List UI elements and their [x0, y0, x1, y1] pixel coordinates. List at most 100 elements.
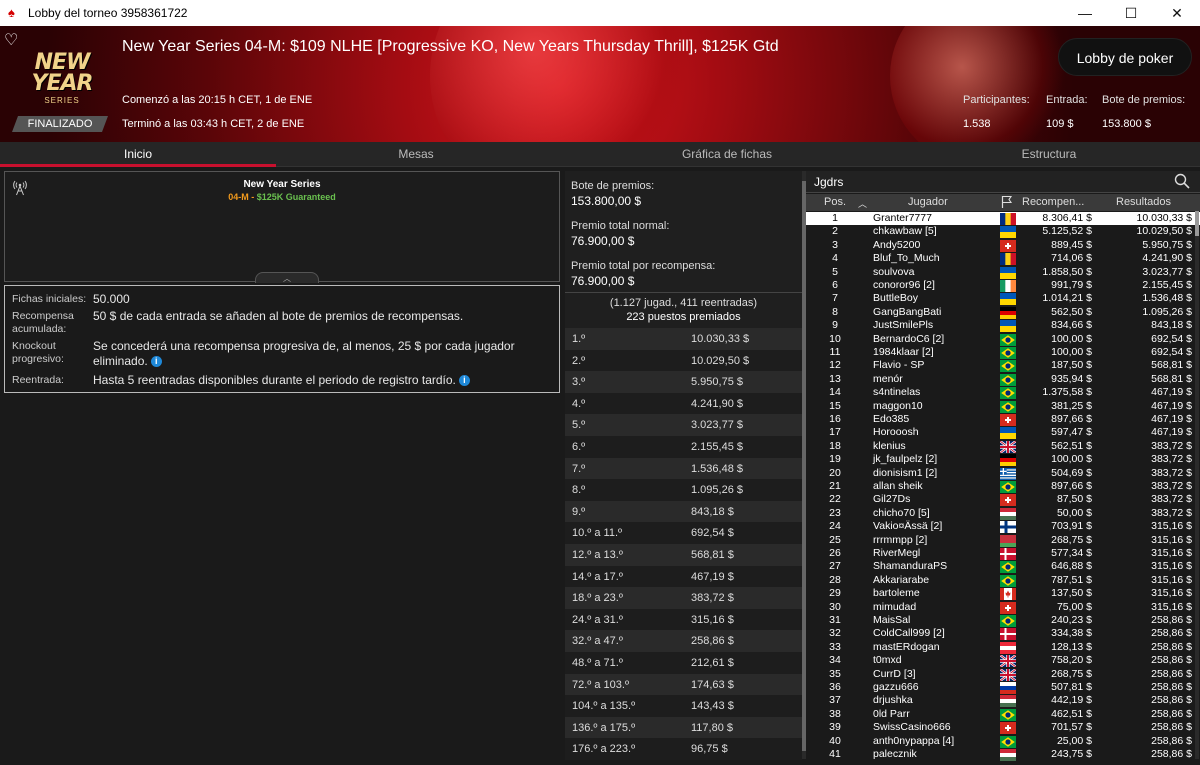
player-row[interactable]: 14 s4ntinelas 1.375,58 $ 467,19 $ — [806, 386, 1200, 400]
col-header-bounty[interactable]: Recompen... — [1022, 196, 1084, 208]
player-row[interactable]: 31 MaisSal 240,23 $ 258,86 $ — [806, 614, 1200, 627]
player-row[interactable]: 22 Gil27Ds 87,50 $ 383,72 $ — [806, 493, 1200, 507]
player-row[interactable]: 39 SwissCasino666 701,57 $ 258,86 $ — [806, 721, 1200, 735]
player-row[interactable]: 34 t0mxd 758,20 $ 258,86 $ — [806, 654, 1200, 669]
player-row[interactable]: 21 allan sheik 897,66 $ 383,72 $ — [806, 480, 1200, 493]
player-row[interactable]: 1 Granter7777 8.306,41 $ 10.030,33 $ — [806, 212, 1200, 226]
player-row[interactable]: 19 jk_faulpelz [2] 100,00 $ 383,72 $ — [806, 453, 1200, 467]
player-row[interactable]: 3 Andy5200 889,45 $ 5.950,75 $ — [806, 239, 1200, 252]
player-row[interactable]: 28 Akkariarabe 787,51 $ 315,16 $ — [806, 574, 1200, 587]
prize-amount: 2.155,45 $ — [691, 441, 743, 453]
prize-position: 2.º — [572, 354, 586, 367]
player-position: 3 — [832, 238, 838, 251]
player-row[interactable]: 5 soulvova 1.858,50 $ 3.023,77 $ — [806, 266, 1200, 279]
info-icon[interactable]: i — [458, 375, 470, 387]
scrollbar-thumb[interactable] — [1195, 211, 1199, 236]
player-bounty: 991,79 $ — [1051, 279, 1092, 291]
player-row[interactable]: 27 ShamanduraPS 646,88 $ 315,16 $ — [806, 560, 1200, 574]
player-row[interactable]: 11 1984klaar [2] 100,00 $ 692,54 $ — [806, 346, 1200, 359]
player-name: klenius — [873, 439, 906, 452]
player-bounty: 577,34 $ — [1051, 547, 1092, 559]
tab-estructura[interactable]: Estructura — [898, 142, 1200, 167]
player-row[interactable]: 12 Flavio - SP 187,50 $ 568,81 $ — [806, 359, 1200, 373]
tab-mesas[interactable]: Mesas — [276, 142, 556, 167]
player-result: 692,54 $ — [1151, 332, 1192, 345]
player-row[interactable]: 15 maggon10 381,25 $ 467,19 $ — [806, 400, 1200, 413]
player-name: Gil27Ds — [873, 493, 911, 506]
player-row[interactable]: 40 anth0nypappa [4] 25,00 $ 258,86 $ — [806, 735, 1200, 748]
col-header-player[interactable]: Jugador — [908, 196, 948, 208]
player-row[interactable]: 25 rrrmmpp [2] 268,75 $ 315,16 $ — [806, 534, 1200, 547]
series-name: New Year Series — [243, 179, 321, 190]
player-position: 22 — [829, 493, 841, 506]
player-row[interactable]: 8 GangBangBati 562,50 $ 1.095,26 $ — [806, 306, 1200, 319]
prize-position: 4.º — [572, 397, 586, 410]
player-position: 24 — [829, 520, 841, 533]
country-flag-header-icon[interactable] — [1001, 195, 1013, 211]
player-row[interactable]: 20 dionisism1 [2] 504,69 $ 383,72 $ — [806, 467, 1200, 480]
player-row[interactable]: 18 klenius 562,51 $ 383,72 $ — [806, 439, 1200, 454]
sort-ascending-icon[interactable]: ︿ — [858, 197, 867, 210]
player-bounty: 714,06 $ — [1051, 252, 1092, 265]
player-position: 8 — [832, 305, 838, 318]
prize-position: 48.º a 71.º — [572, 657, 623, 669]
info-icon[interactable]: i — [150, 356, 162, 368]
player-row[interactable]: 6 conoror96 [2] 991,79 $ 2.155,45 $ — [806, 279, 1200, 292]
country-flag-icon-hu — [1000, 507, 1016, 520]
prize-panel: Bote de premios: 153.800,00 $ Premio tot… — [565, 171, 802, 760]
player-row[interactable]: 26 RiverMegl 577,34 $ 315,16 $ — [806, 547, 1200, 560]
player-row[interactable]: 2 chkawbaw [5] 5.125,52 $ 10.029,50 $ — [806, 225, 1200, 239]
player-row[interactable]: 10 BernardoC6 [2] 100,00 $ 692,54 $ — [806, 333, 1200, 346]
player-row[interactable]: 13 menór 935,94 $ 568,81 $ — [806, 373, 1200, 386]
player-row[interactable]: 35 CurrD [3] 268,75 $ 258,86 $ — [806, 667, 1200, 682]
series-info-box: New Year Series 04-M - $125K Guaranteed … — [4, 171, 560, 283]
player-row[interactable]: 33 mastERdogan 128,13 $ 258,86 $ — [806, 641, 1200, 654]
player-row[interactable]: 7 ButtleBoy 1.014,21 $ 1.536,48 $ — [806, 292, 1200, 306]
player-row[interactable]: 29 bartoleme 137,50 $ 315,16 $ — [806, 587, 1200, 601]
minimize-button[interactable]: — — [1062, 0, 1108, 26]
player-position: 40 — [829, 734, 841, 747]
tab-chip-graph[interactable]: Gráfica de fichas — [556, 142, 898, 167]
entries-count: (1.127 jugad., 411 reentradas) — [609, 297, 758, 309]
player-result: 467,19 $ — [1151, 386, 1192, 399]
favorite-heart-icon[interactable]: ♡ — [4, 30, 18, 50]
country-flag-icon-br — [1000, 735, 1016, 748]
player-position: 19 — [829, 453, 841, 466]
player-row[interactable]: 17 Horooosh 597,47 $ 467,19 $ — [806, 426, 1200, 440]
player-position: 30 — [829, 600, 841, 613]
player-bounty: 8.306,41 $ — [1042, 212, 1092, 224]
player-row[interactable]: 36 gazzu666 507,81 $ 258,86 $ — [806, 681, 1200, 695]
player-row[interactable]: 4 Bluf_To_Much 714,06 $ 4.241,90 $ — [806, 252, 1200, 266]
player-bounty: 25,00 $ — [1056, 734, 1092, 747]
player-result: 258,86 $ — [1151, 667, 1192, 680]
tab-inicio[interactable]: Inicio — [0, 142, 276, 167]
player-row[interactable]: 16 Edo385 897,66 $ 467,19 $ — [806, 413, 1200, 426]
col-header-pos[interactable]: Pos. — [824, 196, 846, 208]
player-name: Bluf_To_Much — [873, 252, 940, 265]
player-row[interactable]: 23 chicho70 [5] 50,00 $ 383,72 $ — [806, 507, 1200, 520]
country-flag-icon-ru — [1000, 682, 1016, 695]
player-row[interactable]: 41 palecznik 243,75 $ 258,86 $ — [806, 748, 1200, 762]
collapse-toggle-button[interactable]: ︿ — [255, 272, 319, 283]
close-button[interactable]: ✕ — [1154, 0, 1200, 26]
player-result: 467,19 $ — [1151, 426, 1192, 439]
player-row[interactable]: 24 Vakio¤Ässä [2] 703,91 $ 315,16 $ — [806, 520, 1200, 534]
end-time: Terminó a las 03:43 h CET, 2 de ENE — [122, 118, 305, 130]
col-header-results[interactable]: Resultados — [1116, 196, 1171, 208]
player-row[interactable]: 32 ColdCall999 [2] 334,38 $ 258,86 $ — [806, 627, 1200, 641]
poker-lobby-button[interactable]: Lobby de poker — [1058, 38, 1192, 76]
prize-row: 7.º 1.536,48 $ — [565, 457, 802, 480]
player-row[interactable]: 9 JustSmilePls 834,66 $ 843,18 $ — [806, 319, 1200, 333]
player-row[interactable]: 38 0ld Parr 462,51 $ 258,86 $ — [806, 708, 1200, 721]
search-icon[interactable] — [1174, 173, 1190, 189]
player-row[interactable]: 37 drjushka 442,19 $ 258,86 $ — [806, 694, 1200, 708]
country-flag-icon-by — [1000, 534, 1016, 547]
player-result: 383,72 $ — [1151, 480, 1192, 492]
player-name: Akkariarabe — [873, 573, 930, 586]
player-result: 383,72 $ — [1151, 453, 1192, 466]
players-scrollbar[interactable] — [1195, 211, 1199, 759]
player-result: 2.155,45 $ — [1142, 279, 1192, 291]
player-bounty: 1.375,58 $ — [1042, 386, 1092, 399]
player-row[interactable]: 30 mimudad 75,00 $ 315,16 $ — [806, 601, 1200, 614]
maximize-button[interactable]: ☐ — [1108, 0, 1154, 26]
